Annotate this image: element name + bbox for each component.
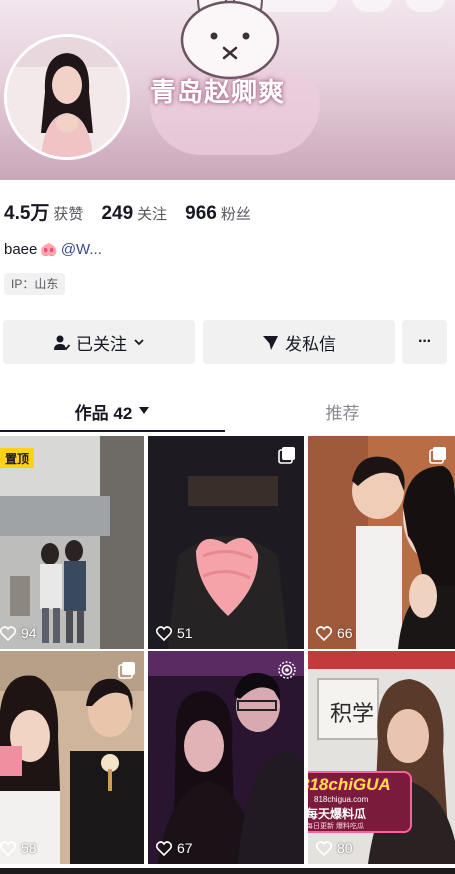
chevron-down-icon <box>134 339 144 346</box>
heart-icon <box>0 840 16 856</box>
post-likes: 67 <box>156 840 193 856</box>
live-photo-icon <box>278 661 296 679</box>
post-image <box>148 436 304 649</box>
top-search-pill[interactable] <box>352 0 392 12</box>
post-likes: 58 <box>0 840 37 856</box>
heart-icon <box>156 840 172 856</box>
stat-likes[interactable]: 4.5万 获赞 <box>4 198 83 225</box>
following-button[interactable]: 已关注 <box>3 320 195 364</box>
send-message-button[interactable]: 发私信 <box>203 320 395 364</box>
tab-recommend[interactable]: 推荐 <box>230 390 455 432</box>
post-thumbnail[interactable]: 51 <box>148 436 304 649</box>
top-more-pill[interactable] <box>405 0 445 12</box>
multi-image-icon <box>429 447 446 464</box>
stat-following[interactable]: 249 关注 <box>101 203 167 225</box>
post-likes-count: 80 <box>337 840 353 856</box>
avatar[interactable] <box>4 34 130 160</box>
send-message-label: 发私信 <box>285 334 336 354</box>
stat-likes-label: 获赞 <box>53 206 84 223</box>
post-likes-count: 66 <box>337 625 353 641</box>
stat-followers-label: 粉丝 <box>220 206 251 223</box>
avatar-photo <box>7 37 127 157</box>
profile-stats: 4.5万 获赞 249 关注 966 粉丝 <box>4 198 251 225</box>
stat-followers-value: 966 <box>185 203 217 224</box>
multi-image-icon <box>118 662 135 679</box>
post-thumbnail[interactable]: 58 <box>0 651 144 864</box>
active-tab-indicator <box>0 430 225 432</box>
post-likes-count: 51 <box>177 625 193 641</box>
multi-image-icon <box>278 447 295 464</box>
sticker-site: 818chigua.com <box>314 795 369 804</box>
post-thumbnail[interactable]: 积学 818chiGUA 818chigua.com 每天爆料瓜 每日更新 爆料… <box>308 651 455 864</box>
following-button-label: 已关注 <box>76 334 127 354</box>
post-likes: 80 <box>316 840 353 856</box>
more-icon: ··· <box>418 333 432 350</box>
sticker-brand: 818chiGUA <box>308 775 391 794</box>
pig-nose-icon: 🐽 <box>40 241 58 257</box>
post-likes: 66 <box>316 625 353 641</box>
stat-likes-value: 4.5万 <box>4 203 50 224</box>
stat-following-value: 249 <box>101 203 134 224</box>
post-likes: 51 <box>156 625 193 641</box>
post-thumbnail[interactable]: 66 <box>308 436 455 649</box>
profile-nickname: 青岛赵卿爽 <box>150 78 286 108</box>
post-likes-count: 67 <box>177 840 193 856</box>
stat-following-label: 关注 <box>137 206 168 223</box>
post-likes-count: 94 <box>21 625 37 641</box>
bio-mention-link[interactable]: @W... <box>61 241 102 258</box>
sticker-slogan: 每天爆料瓜 <box>308 807 367 821</box>
tab-works-label: 作品 42 <box>74 403 133 423</box>
post-image <box>148 651 304 864</box>
post-image <box>308 436 455 649</box>
svg-text:积学: 积学 <box>330 702 374 727</box>
pinned-badge: 置顶 <box>0 448 34 468</box>
caret-down-icon <box>139 407 150 414</box>
content-tabs: 作品 42 推荐 <box>0 390 455 432</box>
heart-icon <box>316 840 332 856</box>
post-likes-count: 58 <box>21 840 37 856</box>
heart-icon <box>316 625 332 641</box>
post-image <box>0 651 144 864</box>
stat-followers[interactable]: 966 粉丝 <box>185 203 251 225</box>
sticker-ad: 818chiGUA 818chigua.com 每天爆料瓜 每日更新 爆料吃瓜 <box>308 771 412 833</box>
profile-bio: baee 🐽 @W... <box>4 241 102 258</box>
ip-location-tag: IP：山东 <box>4 273 66 295</box>
follow-person-icon <box>54 335 70 350</box>
send-icon <box>263 335 278 350</box>
post-thumbnail[interactable]: 置顶 94 <box>0 436 144 649</box>
heart-icon <box>156 625 172 641</box>
next-row-peek <box>0 868 455 874</box>
tab-works[interactable]: 作品 42 <box>0 390 225 432</box>
heart-icon <box>0 625 16 641</box>
sticker-tagline: 每日更新 爆料吃瓜 <box>308 823 364 830</box>
bio-text: baee <box>4 241 38 258</box>
post-likes: 94 <box>0 625 37 641</box>
post-thumbnail[interactable]: 67 <box>148 651 304 864</box>
more-options-button[interactable]: ··· <box>402 320 447 364</box>
